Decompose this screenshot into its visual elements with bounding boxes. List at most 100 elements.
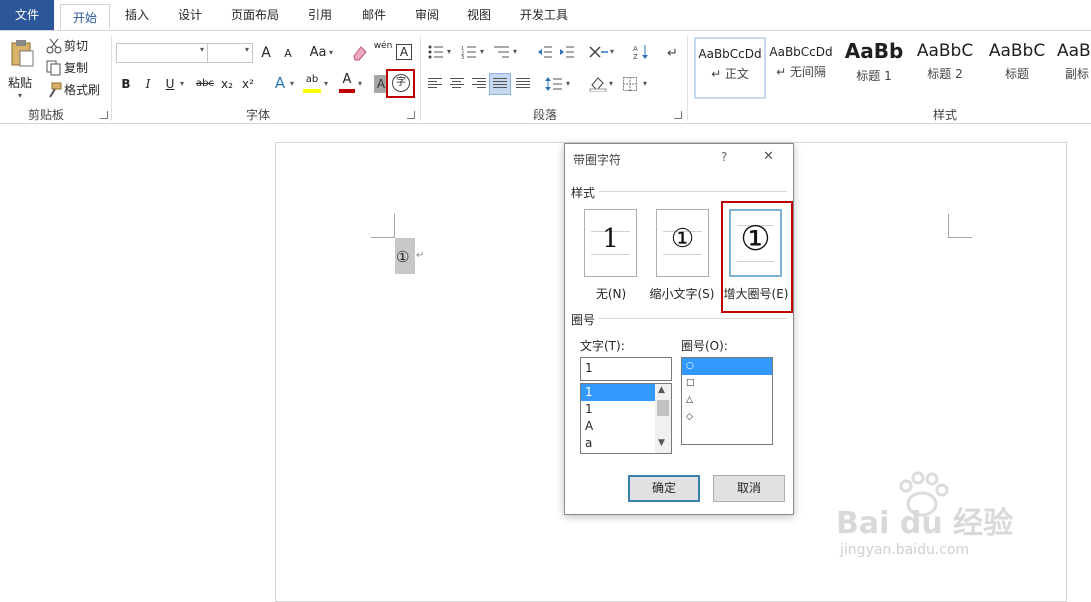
help-icon[interactable]: ? bbox=[721, 150, 727, 164]
highlight-button[interactable]: ab bbox=[303, 73, 321, 93]
shrink-font-button[interactable]: A bbox=[281, 45, 295, 63]
clipboard-launcher-icon[interactable] bbox=[100, 111, 108, 119]
cut-button[interactable]: 剪切 bbox=[44, 37, 104, 55]
superscript-button[interactable]: x² bbox=[240, 75, 256, 93]
style-name: ↵ 正文 bbox=[711, 67, 749, 81]
scrollbar-thumb[interactable] bbox=[657, 400, 669, 416]
shading-icon[interactable] bbox=[589, 76, 607, 92]
justify-button[interactable] bbox=[489, 73, 511, 95]
scrollbar[interactable]: ▲ ▼ bbox=[655, 384, 671, 453]
tab-review[interactable]: 审阅 bbox=[405, 0, 449, 30]
style-option-label[interactable]: 缩小文字(S) bbox=[649, 285, 715, 302]
underline-button[interactable]: U bbox=[162, 75, 178, 93]
style-sample: AaBbC bbox=[988, 41, 1046, 61]
style-normal[interactable]: AaBbCcDd ↵ 正文 bbox=[694, 37, 766, 99]
font-group-label: 字体 bbox=[245, 108, 270, 122]
tab-design[interactable]: 设计 bbox=[168, 0, 212, 30]
circle-listbox[interactable]: ○ □ △ ◇ bbox=[681, 357, 773, 445]
subscript-button[interactable]: x₂ bbox=[219, 75, 235, 93]
align-center-icon[interactable] bbox=[450, 78, 464, 90]
style-heading-1[interactable]: AaBb 标题 1 bbox=[838, 37, 910, 99]
format-painter-button[interactable]: 格式刷 bbox=[44, 81, 106, 99]
margin-corner-mark bbox=[948, 214, 949, 238]
style-sample: AaBbCcDd bbox=[698, 47, 762, 61]
list-item[interactable]: ○ bbox=[682, 358, 772, 375]
tab-home[interactable]: 开始 bbox=[60, 4, 110, 30]
chevron-down-icon: ▾ bbox=[18, 91, 23, 100]
list-item[interactable]: 1 bbox=[581, 384, 655, 401]
sort-icon[interactable]: AZ bbox=[633, 44, 649, 60]
tab-references[interactable]: 引用 bbox=[298, 0, 342, 30]
style-option-label[interactable]: 无(N) bbox=[589, 285, 633, 302]
tab-view[interactable]: 视图 bbox=[457, 0, 501, 30]
list-item[interactable]: □ bbox=[682, 375, 772, 392]
style-heading-2[interactable]: AaBbC 标题 2 bbox=[909, 37, 981, 99]
format-painter-icon bbox=[49, 82, 62, 98]
align-right-icon[interactable] bbox=[472, 78, 486, 90]
tab-page-layout[interactable]: 页面布局 bbox=[224, 0, 286, 30]
list-item[interactable]: A bbox=[581, 418, 655, 435]
list-item[interactable]: ◇ bbox=[682, 409, 772, 426]
tab-developer[interactable]: 开发工具 bbox=[512, 0, 576, 30]
strikethrough-button[interactable]: abc bbox=[194, 75, 216, 93]
character-border-button[interactable]: A bbox=[396, 44, 412, 60]
tab-mailings[interactable]: 邮件 bbox=[352, 0, 396, 30]
justify-icon bbox=[493, 78, 507, 90]
list-item[interactable]: a bbox=[581, 435, 655, 452]
font-launcher-icon[interactable] bbox=[407, 111, 415, 119]
bold-button[interactable]: B bbox=[118, 75, 134, 93]
text-listbox[interactable]: 1 1 A a ▲ ▼ bbox=[580, 383, 672, 454]
paste-button[interactable]: 粘贴 ▾ bbox=[6, 37, 38, 100]
tab-file[interactable]: 文件 bbox=[0, 0, 54, 30]
tab-insert[interactable]: 插入 bbox=[115, 0, 159, 30]
chevron-down-icon: ▾ bbox=[324, 79, 329, 88]
styles-group-label: 样式 bbox=[932, 108, 957, 122]
ok-button[interactable]: 确定 bbox=[628, 475, 700, 502]
font-size-combo[interactable]: ▾ bbox=[207, 43, 253, 63]
style-section-label: 样式 bbox=[571, 186, 596, 200]
svg-text:Z: Z bbox=[633, 53, 638, 60]
style-option-none[interactable]: 1 bbox=[584, 209, 637, 277]
decrease-indent-icon[interactable] bbox=[537, 45, 553, 59]
chevron-down-icon: ▾ bbox=[513, 47, 518, 56]
multilevel-list-icon[interactable] bbox=[494, 45, 510, 59]
scroll-down-icon[interactable]: ▼ bbox=[658, 438, 665, 448]
paragraph-launcher-icon[interactable] bbox=[674, 111, 682, 119]
style-title[interactable]: AaBbC 标题 bbox=[981, 37, 1053, 99]
font-color-button[interactable]: A bbox=[339, 73, 355, 93]
italic-button[interactable]: I bbox=[140, 75, 156, 93]
style-option-shrink-text[interactable]: ① bbox=[656, 209, 709, 277]
font-name-combo[interactable]: ▾ bbox=[116, 43, 208, 63]
text-input[interactable]: 1 bbox=[580, 357, 672, 381]
list-item[interactable]: 1 bbox=[581, 401, 655, 418]
cancel-button[interactable]: 取消 bbox=[713, 475, 785, 502]
increase-indent-icon[interactable] bbox=[559, 45, 575, 59]
style-sample: AaBb bbox=[1057, 41, 1091, 61]
style-subtitle[interactable]: AaBb 副标 bbox=[1053, 37, 1091, 99]
enclosed-character[interactable]: ① bbox=[396, 248, 409, 266]
scroll-up-icon[interactable]: ▲ bbox=[658, 385, 665, 395]
list-item[interactable]: △ bbox=[682, 392, 772, 409]
chevron-down-icon: ▾ bbox=[290, 79, 295, 88]
copy-button[interactable]: 复制 bbox=[44, 59, 104, 77]
chevron-down-icon: ▾ bbox=[199, 45, 204, 54]
chinese-layout-icon[interactable] bbox=[589, 45, 609, 59]
numbering-icon[interactable]: 123 bbox=[461, 45, 477, 59]
group-divider bbox=[687, 35, 688, 121]
phonetic-guide-button[interactable]: wén bbox=[372, 41, 394, 59]
change-case-button[interactable]: Aa bbox=[308, 44, 328, 62]
scissors-icon bbox=[46, 38, 62, 54]
show-marks-icon[interactable]: ↵ bbox=[667, 44, 679, 60]
bullets-icon[interactable] bbox=[428, 45, 444, 59]
clear-formatting-icon[interactable] bbox=[350, 44, 368, 62]
distributed-icon[interactable] bbox=[516, 78, 530, 90]
grow-font-button[interactable]: A bbox=[258, 44, 274, 62]
close-icon[interactable]: ✕ bbox=[763, 149, 774, 164]
style-no-spacing[interactable]: AaBbCcDd ↵ 无间隔 bbox=[765, 37, 837, 99]
chevron-down-icon: ▾ bbox=[480, 47, 485, 56]
borders-icon[interactable] bbox=[623, 77, 637, 91]
paragraph-mark: ↵ bbox=[416, 250, 425, 261]
line-spacing-icon[interactable] bbox=[545, 76, 563, 92]
text-effects-button[interactable]: A bbox=[272, 74, 288, 92]
align-left-icon[interactable] bbox=[428, 78, 442, 90]
